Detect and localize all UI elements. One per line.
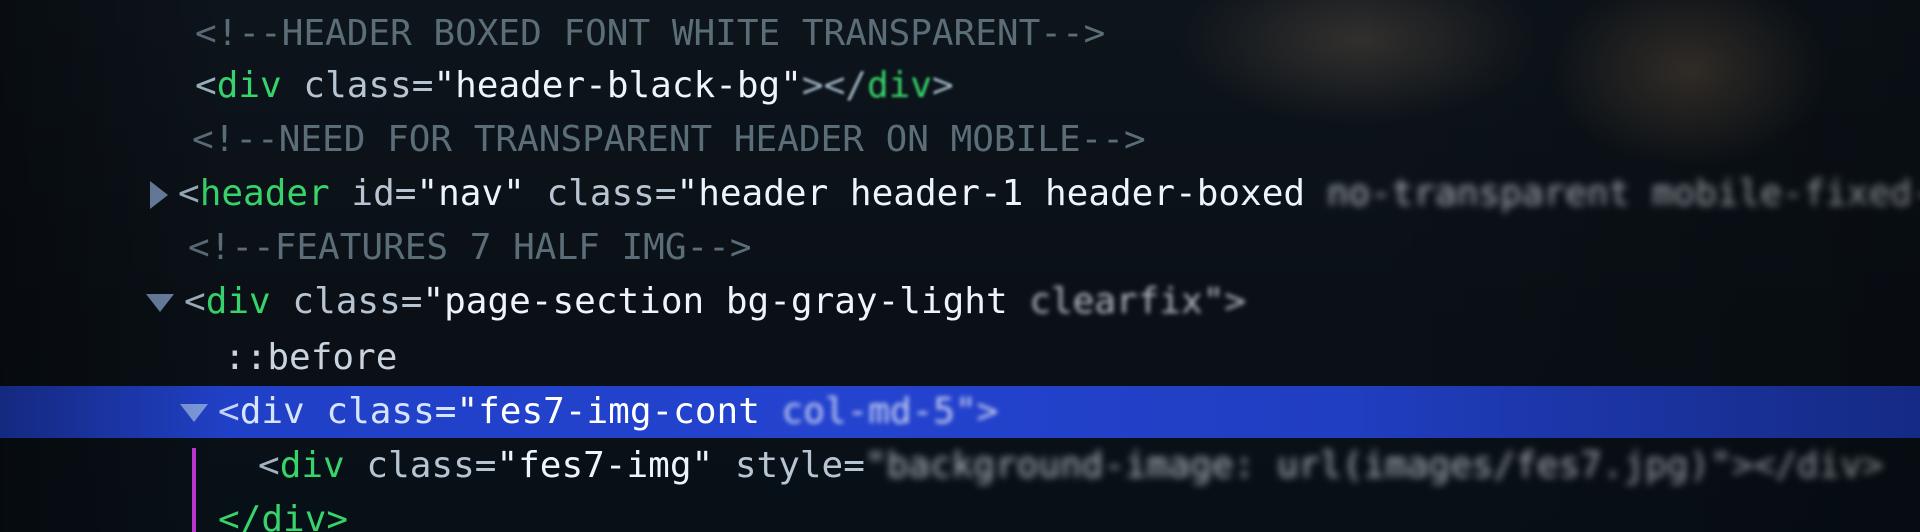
pseudo-element: ::before <box>224 337 398 378</box>
elements-tree: <!--HEADER BOXED FONT WHITE TRANSPARENT-… <box>0 0 1920 532</box>
attribute-name: style= <box>713 445 865 486</box>
tag-name: header <box>199 173 330 214</box>
tag-bracket: < <box>218 391 240 432</box>
expand-arrow-icon[interactable] <box>150 181 168 209</box>
attribute-name: class= <box>304 391 457 432</box>
code-line-div-fes7-img-cont[interactable]: <div class="fes7-img-cont col-md-5"> <box>180 386 998 438</box>
code-line-comment-need-transparent: <!--NEED FOR TRANSPARENT HEADER ON MOBIL… <box>192 114 1146 166</box>
attribute-name: id= <box>329 173 417 214</box>
tag-name: div <box>239 391 305 432</box>
comment-text: <!--NEED FOR TRANSPARENT HEADER ON MOBIL… <box>192 119 1146 160</box>
attribute-name: class= <box>344 445 497 486</box>
collapse-arrow-icon[interactable] <box>146 294 174 312</box>
tag-bracket: < <box>178 173 200 214</box>
attribute-value: "fes7-img-cont <box>456 391 782 432</box>
attribute-value: "header-black-bg" <box>433 65 802 106</box>
tag-bracket: < <box>184 281 206 322</box>
closing-tag-name: div <box>866 65 932 106</box>
attribute-value: "header header-1 header-boxed <box>676 173 1327 214</box>
comment-text: <!--FEATURES 7 HALF IMG--> <box>188 227 752 268</box>
code-line-comment-header: <!--HEADER BOXED FONT WHITE TRANSPARENT-… <box>195 8 1105 60</box>
comment-text: <!--HEADER BOXED FONT WHITE TRANSPARENT-… <box>195 13 1106 54</box>
tag-bracket: ></ <box>801 65 867 106</box>
attribute-value: "page-section bg-gray-light <box>422 281 1030 322</box>
tag-bracket: < <box>195 65 217 106</box>
attribute-name: class= <box>270 281 423 322</box>
code-line-close-div[interactable]: </div> <box>218 494 348 532</box>
collapse-arrow-icon[interactable] <box>180 404 208 422</box>
attribute-value-blurred: no-transparent mobile-fixed-header black… <box>1326 173 1920 214</box>
code-line-div-page-section[interactable]: <div class="page-section bg-gray-light c… <box>146 276 1246 328</box>
attribute-value: "nav" <box>416 173 525 214</box>
tag-bracket: < <box>258 445 280 486</box>
code-line-div-header-black-bg[interactable]: <div class="header-black-bg"></div> <box>195 60 954 112</box>
closing-tag: </div> <box>218 499 349 532</box>
attribute-value-blurred: "background-image: url(images/fes7.jpg)"… <box>864 445 1884 486</box>
tag-bracket: > <box>931 65 954 106</box>
code-line-comment-features: <!--FEATURES 7 HALF IMG--> <box>188 222 752 274</box>
code-line-header-nav[interactable]: <header id="nav" class="header header-1 … <box>150 168 1920 220</box>
indent-guide <box>192 448 196 532</box>
attribute-value: "fes7-img" <box>496 445 714 486</box>
attribute-name: class= <box>281 65 434 106</box>
tag-name: div <box>279 445 345 486</box>
tag-name: div <box>205 281 271 322</box>
attribute-value-blurred: col-md-5"> <box>781 391 999 432</box>
tag-name: div <box>216 65 282 106</box>
code-line-div-fes7-img[interactable]: <div class="fes7-img" style="background-… <box>258 440 1884 492</box>
attribute-value-blurred: clearfix"> <box>1029 281 1247 322</box>
code-editor-viewport: <!--HEADER BOXED FONT WHITE TRANSPARENT-… <box>0 0 1920 532</box>
attribute-name: class= <box>524 173 677 214</box>
code-line-pseudo-before[interactable]: ::before <box>224 332 397 384</box>
